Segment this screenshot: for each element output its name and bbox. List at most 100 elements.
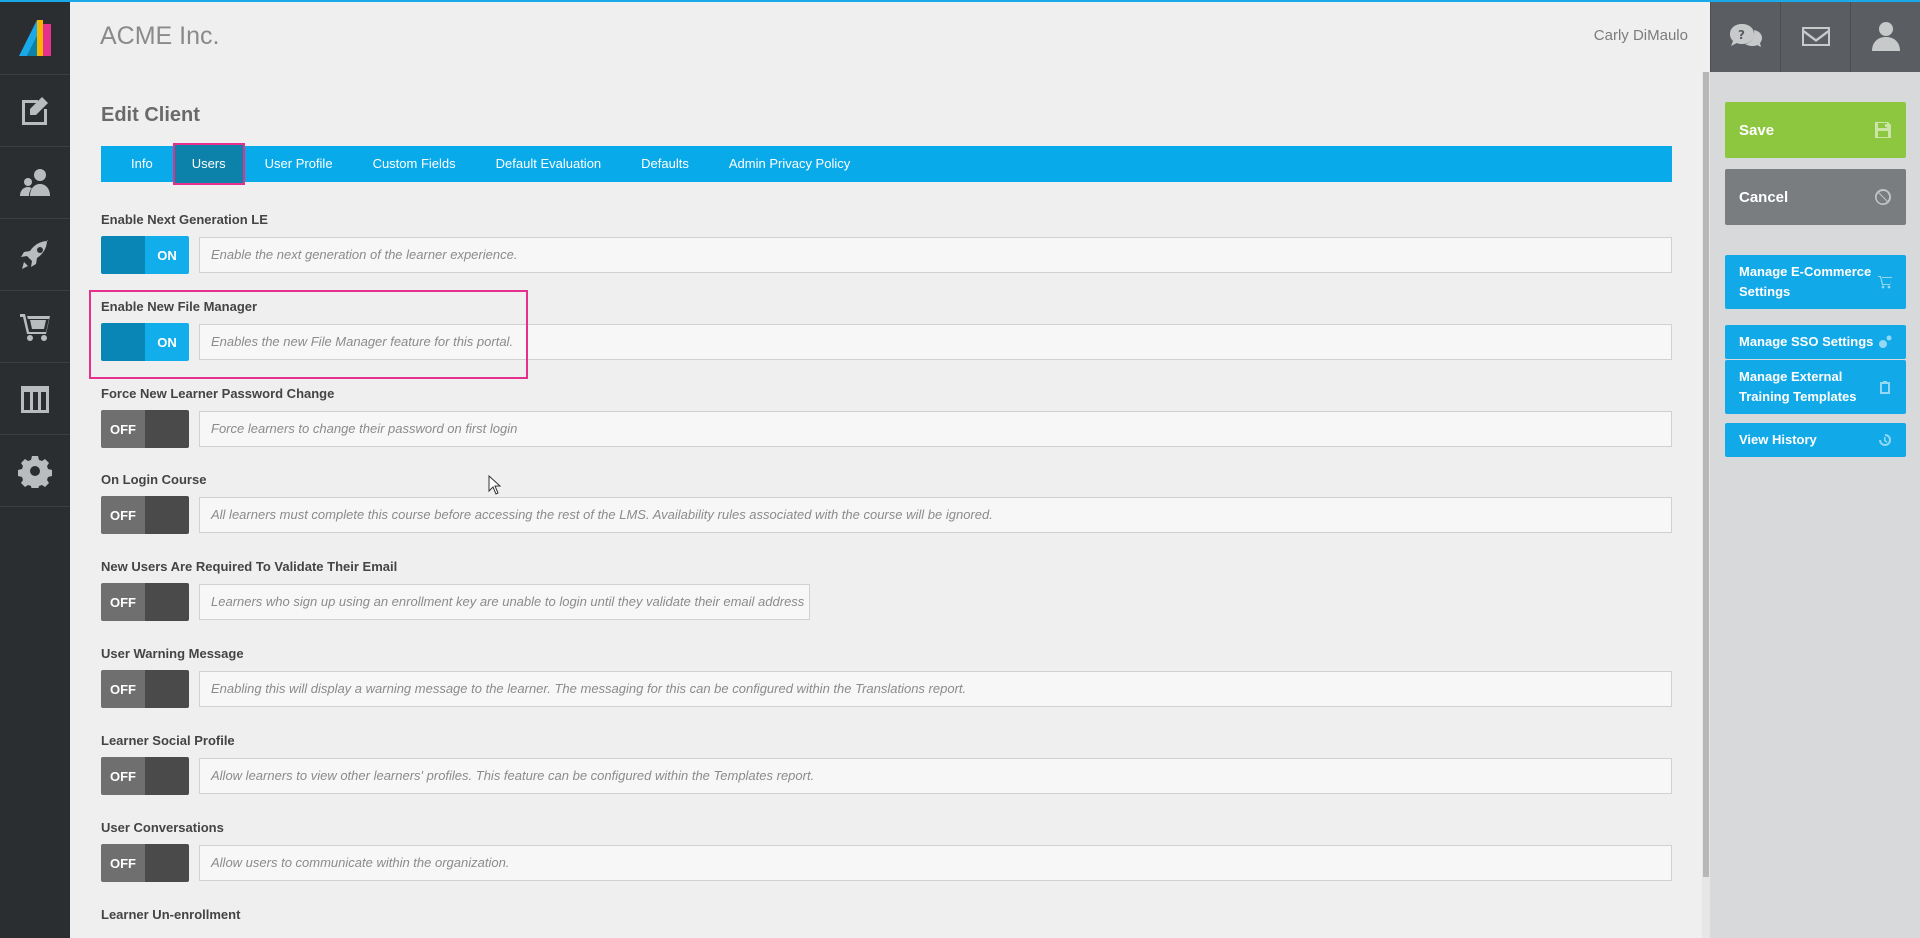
- mail-button[interactable]: [1780, 0, 1850, 72]
- setting-learner-unenrollment: Learner Un-enrollment: [101, 907, 1672, 927]
- force-password-change-toggle[interactable]: OFF: [101, 410, 189, 448]
- right-action-panel: Save Cancel Manage E-Commerce Settings M…: [1710, 72, 1920, 938]
- sidebar-item-edit[interactable]: [0, 75, 70, 147]
- setting-label: Enable Next Generation LE: [101, 212, 268, 227]
- history-icon: [1879, 434, 1891, 446]
- action-link-label: Manage E-Commerce Settings: [1739, 264, 1872, 299]
- setting-description: All learners must complete this course b…: [199, 497, 1672, 533]
- toggle-state: OFF: [101, 757, 145, 795]
- setting-user-warning-message: User Warning Message OFF Enabling this w…: [101, 646, 1672, 708]
- toggle-state: OFF: [101, 844, 145, 882]
- manage-ecommerce-settings-button[interactable]: Manage E-Commerce Settings: [1725, 255, 1906, 309]
- tab-user-profile[interactable]: User Profile: [245, 146, 353, 182]
- user-name[interactable]: Carly DiMaulo: [1594, 27, 1688, 44]
- cancel-label: Cancel: [1739, 188, 1789, 206]
- action-link-label: Manage SSO Settings: [1739, 334, 1874, 349]
- toggle-state: OFF: [101, 583, 145, 621]
- sidebar-item-settings[interactable]: [0, 435, 70, 507]
- setting-label: On Login Course: [101, 472, 207, 487]
- setting-on-login-course: On Login Course OFF All learners must co…: [101, 472, 1672, 534]
- setting-description: Enable the next generation of the learne…: [199, 237, 1672, 273]
- help-chat-icon: ?: [1729, 24, 1762, 47]
- company-name: ACME Inc.: [100, 22, 220, 50]
- tab-defaults[interactable]: Defaults: [621, 146, 709, 182]
- floppy-disk-icon: [1875, 122, 1891, 138]
- mail-icon: [1801, 27, 1830, 46]
- cancel-button[interactable]: Cancel: [1725, 169, 1906, 225]
- sidebar-item-store[interactable]: [0, 291, 70, 363]
- top-accent-line: [0, 0, 1920, 2]
- tab-bar: Info Users User Profile Custom Fields De…: [101, 143, 1672, 185]
- setting-new-file-manager: Enable New File Manager ON Enables the n…: [101, 299, 1672, 361]
- logo-icon: [19, 20, 51, 56]
- gears-icon: [1879, 335, 1892, 348]
- top-header: ACME Inc. Carly DiMaulo: [70, 0, 1710, 72]
- setting-label: Force New Learner Password Change: [101, 386, 335, 401]
- setting-description: Enables the new File Manager feature for…: [199, 324, 1672, 360]
- toggle-state: ON: [145, 236, 189, 274]
- setting-user-conversations: User Conversations OFF Allow users to co…: [101, 820, 1672, 882]
- user-warning-message-toggle[interactable]: OFF: [101, 670, 189, 708]
- sidebar-item-users[interactable]: [0, 147, 70, 219]
- user-icon: [1871, 22, 1900, 51]
- scrollbar-thumb[interactable]: [1703, 72, 1709, 877]
- tab-info[interactable]: Info: [111, 146, 173, 182]
- save-label: Save: [1739, 121, 1775, 139]
- help-chat-button[interactable]: ?: [1710, 0, 1780, 72]
- setting-label: Enable New File Manager: [101, 299, 258, 314]
- new-file-manager-toggle[interactable]: ON: [101, 323, 189, 361]
- setting-label: Learner Social Profile: [101, 733, 235, 748]
- save-button[interactable]: Save: [1725, 102, 1906, 158]
- toggle-state: OFF: [101, 410, 145, 448]
- setting-label: New Users Are Required To Validate Their…: [101, 559, 398, 574]
- clipboard-icon: [1880, 381, 1890, 394]
- cart-icon: [20, 313, 50, 341]
- setting-learner-social-profile: Learner Social Profile OFF Allow learner…: [101, 733, 1672, 795]
- gear-icon: [18, 455, 52, 488]
- action-link-label: View History: [1739, 432, 1817, 447]
- toggle-state: ON: [145, 323, 189, 361]
- setting-description: Force learners to change their password …: [199, 411, 1672, 447]
- rocket-icon: [21, 239, 48, 269]
- setting-label: Learner Un-enrollment: [101, 907, 241, 922]
- left-sidebar: [0, 0, 70, 938]
- page-title: Edit Client: [101, 104, 200, 126]
- setting-label: User Conversations: [101, 820, 224, 835]
- ban-icon: [1875, 189, 1891, 205]
- setting-label: User Warning Message: [101, 646, 244, 661]
- setting-description: Enabling this will display a warning mes…: [199, 671, 1672, 707]
- on-login-course-toggle[interactable]: OFF: [101, 496, 189, 534]
- tab-users[interactable]: Users: [172, 143, 245, 185]
- sidebar-item-reports[interactable]: [0, 363, 70, 435]
- columns-icon: [21, 385, 49, 413]
- users-icon: [20, 168, 50, 196]
- app-logo[interactable]: [0, 0, 70, 75]
- setting-description: Allow learners to view other learners' p…: [199, 758, 1672, 794]
- cart-icon: [1878, 276, 1892, 289]
- tab-admin-privacy-policy[interactable]: Admin Privacy Policy: [709, 146, 870, 182]
- main-content: Edit Client Info Users User Profile Cust…: [70, 72, 1703, 938]
- header-icon-group: ?: [1710, 0, 1920, 72]
- edit-icon: [22, 96, 48, 125]
- next-generation-le-toggle[interactable]: ON: [101, 236, 189, 274]
- action-link-label: Manage External Training Templates: [1739, 369, 1857, 404]
- tab-custom-fields[interactable]: Custom Fields: [353, 146, 476, 182]
- manage-external-training-templates-button[interactable]: Manage External Training Templates: [1725, 360, 1906, 414]
- learner-social-profile-toggle[interactable]: OFF: [101, 757, 189, 795]
- view-history-button[interactable]: View History: [1725, 423, 1906, 457]
- setting-validate-email: New Users Are Required To Validate Their…: [101, 559, 1672, 621]
- sidebar-item-launch[interactable]: [0, 219, 70, 291]
- setting-description: Allow users to communicate within the or…: [199, 845, 1672, 881]
- toggle-state: OFF: [101, 670, 145, 708]
- manage-sso-settings-button[interactable]: Manage SSO Settings: [1725, 325, 1906, 359]
- user-profile-button[interactable]: [1850, 0, 1920, 72]
- setting-force-password-change: Force New Learner Password Change OFF Fo…: [101, 386, 1672, 448]
- setting-next-generation-le: Enable Next Generation LE ON Enable the …: [101, 212, 1672, 274]
- user-conversations-toggle[interactable]: OFF: [101, 844, 189, 882]
- setting-description: Learners who sign up using an enrollment…: [199, 584, 810, 620]
- toggle-state: OFF: [101, 496, 145, 534]
- svg-text:?: ?: [1738, 28, 1745, 42]
- validate-email-toggle[interactable]: OFF: [101, 583, 189, 621]
- mouse-cursor-icon: [488, 475, 502, 495]
- tab-default-evaluation[interactable]: Default Evaluation: [476, 146, 622, 182]
